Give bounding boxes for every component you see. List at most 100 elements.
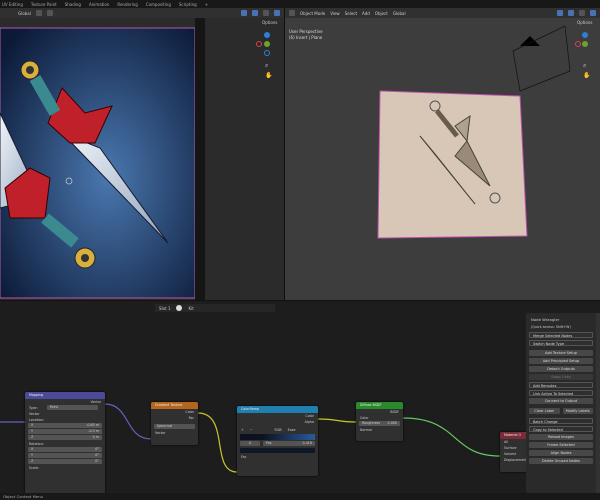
merge-selected-nodes[interactable]: Merge Selected Nodes: [529, 332, 593, 338]
orientation-dropdown[interactable]: Global: [18, 11, 31, 16]
rotation-y[interactable]: Y 0°: [28, 453, 102, 458]
copy-to-selected[interactable]: Copy to Selected: [529, 426, 593, 432]
diffuse-bsdf-node[interactable]: Diffuse BSDF BSDF Color Roughness 0.000 N…: [356, 402, 403, 441]
input-fac: Fac: [241, 455, 247, 459]
add-reroutes[interactable]: Add Reroutes: [529, 382, 593, 388]
tab[interactable]: Animation: [89, 2, 109, 7]
rotation-x[interactable]: X 0°: [28, 447, 102, 452]
view-perspective-label: User Perspective: [289, 29, 323, 34]
clear-label[interactable]: Clear Label: [529, 408, 560, 414]
add-texture-setup[interactable]: Add Texture Setup: [529, 350, 593, 356]
color-ramp-bar[interactable]: [240, 434, 315, 440]
node-title: Mapping: [25, 392, 105, 399]
remove-stop-button[interactable]: −: [250, 427, 253, 433]
scale-label: Scale:: [29, 466, 39, 470]
detach-outputs[interactable]: Detach Outputs: [529, 366, 593, 372]
input-normal: Normal: [360, 428, 372, 432]
menu-object[interactable]: Object: [375, 11, 388, 16]
add-workspace-button[interactable]: +: [205, 2, 208, 7]
location-z[interactable]: Z0 m: [28, 435, 102, 440]
reload-images[interactable]: Reload Images: [529, 434, 593, 440]
switch-node-type[interactable]: Switch Node Type: [529, 340, 593, 346]
textured-plane[interactable]: [375, 86, 535, 246]
link-active-to-selected[interactable]: Link Active To Selected: [529, 390, 593, 396]
batch-change[interactable]: Batch Change: [529, 418, 593, 424]
tab[interactable]: Scripting: [179, 2, 197, 7]
color-mode-dropdown[interactable]: RGB: [275, 427, 282, 433]
shading-material[interactable]: [274, 10, 280, 16]
gizmo-button[interactable]: [241, 10, 247, 16]
image-editor-header: Global: [0, 8, 284, 18]
workspace-tabs: UV Editing Texture Paint Shading Animati…: [0, 0, 600, 8]
proportional-button[interactable]: [46, 10, 53, 16]
delete-unused-nodes[interactable]: Delete Unused Nodes: [529, 458, 593, 464]
node-wrangler-panel: Node Wrangler (Quick access: Shift+W) Me…: [526, 313, 596, 493]
gizmo-axis-neg-z[interactable]: [264, 50, 270, 56]
gizmo-axis-y[interactable]: [264, 41, 270, 47]
menu-add[interactable]: Add: [362, 11, 370, 16]
options-dropdown[interactable]: Options: [262, 20, 277, 25]
type-dropdown[interactable]: Point: [46, 405, 98, 410]
status-bar: Object Context Menu: [0, 493, 600, 500]
editor-type-icon[interactable]: [289, 10, 295, 16]
menu-view[interactable]: View: [330, 11, 340, 16]
options-dropdown[interactable]: Options: [577, 20, 592, 25]
sidebar-tabs[interactable]: [596, 313, 600, 493]
swap-links[interactable]: Swap Links: [529, 374, 593, 380]
object-info-label: (6) Insert | Plane: [289, 35, 323, 40]
connect-to-output[interactable]: Connect to Output: [529, 398, 593, 404]
gradient-type-dropdown[interactable]: Spherical: [154, 424, 195, 429]
shading-material[interactable]: [590, 10, 596, 16]
hand-pan-icon[interactable]: ✋: [265, 72, 272, 79]
panel-title[interactable]: Node Wrangler: [528, 315, 594, 324]
overlay-button[interactable]: [568, 10, 574, 16]
gizmo-axis-z[interactable]: [582, 32, 588, 38]
output-alpha: Alpha: [304, 420, 314, 424]
zoom-icon[interactable]: ⌕: [265, 62, 268, 70]
interpolation-dropdown[interactable]: Ease: [288, 427, 296, 433]
overlay-button[interactable]: [252, 10, 258, 16]
tab[interactable]: Texture Paint: [31, 2, 57, 7]
shading-solid[interactable]: [263, 10, 269, 16]
add-stop-button[interactable]: +: [241, 427, 244, 433]
image-editor[interactable]: Options ⌕ ✋: [0, 18, 284, 300]
stop-index-field[interactable]: 0: [240, 441, 260, 446]
tab[interactable]: UV Editing: [2, 2, 23, 7]
align-nodes[interactable]: Align Nodes: [529, 450, 593, 456]
gizmo-axis-z[interactable]: [264, 32, 270, 38]
roughness-field[interactable]: Roughness 0.000: [359, 421, 400, 426]
gizmo-axis-x[interactable]: [256, 41, 262, 47]
tab[interactable]: Rendering: [117, 2, 137, 7]
gizmo-axis-x[interactable]: [575, 41, 581, 47]
node-title: ColorRamp: [237, 406, 318, 413]
tab[interactable]: Compositing: [146, 2, 171, 7]
node-title: Diffuse BSDF: [356, 402, 403, 409]
shading-solid[interactable]: [579, 10, 585, 16]
zoom-icon[interactable]: ⌕: [583, 62, 586, 70]
rotation-label: Rotation:: [29, 442, 44, 446]
menu-select[interactable]: Select: [345, 11, 357, 16]
mode-dropdown[interactable]: Object Mode: [300, 11, 325, 16]
snap-button[interactable]: [35, 10, 42, 16]
quick-access-hint: (Quick access: Shift+W): [531, 325, 571, 329]
stop-color-swatch[interactable]: [240, 448, 315, 453]
gizmo-button[interactable]: [557, 10, 563, 16]
location-label: Location:: [29, 418, 45, 422]
colorramp-node[interactable]: ColorRamp Color Alpha + − RGB Ease 0 Pos 0.41…: [237, 406, 318, 476]
stop-position-field[interactable]: Pos 0.418: [263, 441, 315, 446]
location-y[interactable]: Y -0.3 m: [28, 429, 102, 434]
gizmo-axis-y[interactable]: [582, 41, 588, 47]
input-vector: Vector: [155, 431, 166, 435]
orientation-dropdown[interactable]: Global: [393, 11, 406, 16]
hand-pan-icon[interactable]: ✋: [583, 72, 590, 79]
viewport-header: Object Mode View Select Add Object Globa…: [285, 8, 600, 18]
frame-selected[interactable]: Frame Selected: [529, 442, 593, 448]
tab[interactable]: Shading: [65, 2, 81, 7]
location-x[interactable]: X -0.65 m: [28, 423, 102, 428]
3d-viewport[interactable]: User Perspective (6) Insert | Plane Opti…: [285, 18, 600, 300]
add-principled-setup[interactable]: Add Principled Setup: [529, 358, 593, 364]
mapping-node[interactable]: Mapping Vector Type: Point Vector Locatio…: [25, 392, 105, 495]
gradient-texture-node[interactable]: Gradient Texture Color Fac Spherical Vec…: [151, 402, 198, 445]
rotation-z[interactable]: Z 0°: [28, 459, 102, 464]
modify-labels[interactable]: Modify Labels: [562, 408, 593, 414]
